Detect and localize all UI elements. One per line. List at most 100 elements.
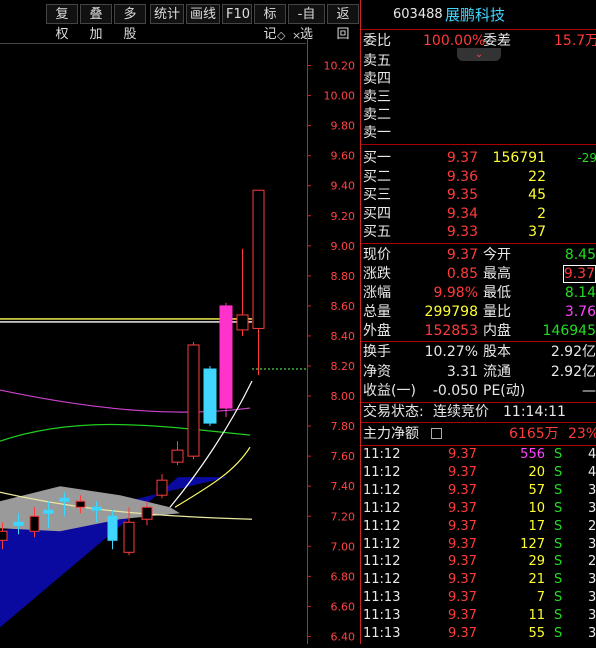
tick-side: S: [554, 554, 563, 570]
toolbar-button[interactable]: 叠加: [80, 4, 112, 42]
tick-price: 9.37: [448, 447, 477, 462]
tick-count: 4: [588, 447, 596, 462]
buy-level-price: 9.37: [446, 150, 478, 166]
toolbar-button[interactable]: 画线: [186, 4, 220, 24]
tick-count: 3: [588, 500, 596, 516]
candle-body[interactable]: [13, 521, 24, 526]
candle-body[interactable]: [91, 506, 102, 511]
collapse-chevron-icon[interactable]: ⌄: [457, 48, 501, 61]
tick-price: 9.37: [448, 608, 477, 624]
diamond-icon[interactable]: ◇: [277, 29, 286, 42]
tick-time: 11:12: [363, 447, 401, 462]
stock-code: 603488: [393, 7, 443, 22]
candle-body[interactable]: [171, 449, 184, 463]
tick-price: 9.37: [448, 464, 477, 480]
toolbar-button[interactable]: 多股: [114, 4, 146, 42]
mainforce-value: 6165万: [509, 426, 559, 442]
tick-volume: 7: [536, 590, 545, 606]
candle-body[interactable]: [252, 189, 265, 329]
kline-svg[interactable]: ◇ × 10.20 10.00 9.80 9.60 9.40 9.20 9.00 8.80 8.60…: [0, 28, 360, 644]
tick-side: S: [554, 590, 563, 606]
candle-body[interactable]: [43, 509, 54, 514]
toolbar-button[interactable]: F10: [222, 4, 252, 24]
price-axis-label: 9.80: [331, 120, 356, 133]
price-axis-label: 8.20: [331, 360, 356, 373]
tick-side: S: [554, 482, 563, 498]
buy-level-label: 买五: [363, 224, 391, 240]
candle-body[interactable]: [236, 314, 249, 331]
quote-label: 量比: [483, 304, 511, 320]
ratio-label: 委比: [363, 33, 391, 49]
quote-value: 152853: [424, 323, 478, 339]
quote-label: 今开: [483, 247, 511, 263]
mainforce-pct: 23%: [568, 426, 596, 442]
buy-level-label: 买四: [363, 205, 391, 222]
stats-value: -0.050: [432, 383, 478, 399]
toolbar-button[interactable]: 统计: [150, 4, 184, 24]
tick-time: 11:12: [363, 536, 401, 552]
buy-level-label: 买一: [363, 150, 391, 166]
buy-level-price: 9.34: [446, 205, 478, 222]
price-axis-label: 7.00: [331, 540, 356, 553]
quote-label: 现价: [363, 247, 391, 263]
tick-side: S: [554, 572, 563, 588]
candle-body[interactable]: [141, 506, 153, 520]
candle-body[interactable]: [75, 500, 86, 508]
quote-label: 涨跌: [363, 266, 391, 282]
quote-value: 9.37: [446, 247, 478, 263]
price-axis-label: 9.60: [331, 150, 356, 163]
toolbar-button[interactable]: 复权: [46, 4, 78, 42]
tick-count: 4: [588, 464, 596, 480]
kline-chart[interactable]: ◇ × 10.20 10.00 9.80 9.60 9.40 9.20 9.00 8.80 8.60…: [0, 28, 360, 644]
buy-level-volume: 45: [528, 187, 546, 203]
stats-value: 10.27%: [424, 344, 478, 360]
stats-label: 股本: [483, 344, 511, 360]
candle-body[interactable]: [219, 305, 233, 409]
toolbar-button[interactable]: 返回: [327, 4, 359, 42]
close-icon[interactable]: ×: [292, 29, 301, 42]
list-icon[interactable]: [431, 428, 442, 439]
quote-label: 外盘: [363, 323, 391, 339]
candle-body[interactable]: [156, 479, 168, 496]
toolbar-button[interactable]: -自选: [288, 4, 325, 42]
tick-side: S: [554, 447, 563, 462]
candle-body[interactable]: [59, 497, 70, 502]
tick-side: S: [554, 518, 563, 534]
tick-side: S: [554, 536, 563, 552]
toolbar: 复权 叠加 多股 统计 画线 F10 标记 -自选 返回: [0, 0, 360, 42]
tick-time: 11:12: [363, 518, 401, 534]
stats-value: 3.31: [446, 363, 478, 380]
tick-count: 3: [588, 626, 596, 641]
quote-label: 涨幅: [363, 285, 391, 301]
stats-label: PE(动): [483, 383, 526, 399]
toolbar-button[interactable]: 标记: [254, 4, 286, 42]
candle-body[interactable]: [29, 515, 40, 532]
tick-time: 11:12: [363, 464, 401, 480]
candle-body[interactable]: [107, 515, 118, 541]
tick-volume: 556: [520, 447, 545, 462]
tick-time: 11:12: [363, 500, 401, 516]
price-axis-label: 9.00: [331, 240, 356, 253]
candle-body[interactable]: [123, 521, 135, 553]
tick-price: 9.37: [448, 572, 477, 588]
price-axis-label: 8.40: [331, 330, 356, 343]
stats-label: 换手: [363, 344, 391, 360]
status-time: 11:14:11: [503, 404, 566, 420]
tick-count: 3: [588, 536, 596, 552]
candle-body[interactable]: [0, 530, 8, 541]
tick-volume: 11: [528, 608, 545, 624]
buy-level-label: 买三: [363, 187, 391, 203]
price-axis-label: 9.40: [331, 180, 356, 193]
buy-level-price: 9.36: [446, 168, 478, 185]
diff-value: 15.7万: [554, 33, 596, 49]
tick-volume: 10: [528, 500, 545, 516]
candle-body[interactable]: [203, 368, 217, 424]
candle-body[interactable]: [187, 344, 200, 457]
divider: [361, 144, 596, 145]
stats-value: 2.92亿: [550, 344, 596, 360]
tick-side: S: [554, 626, 563, 641]
tick-price: 9.37: [448, 518, 477, 534]
price-axis-label: 7.20: [331, 510, 356, 523]
divider: [361, 422, 596, 423]
tick-count: 3: [588, 572, 596, 588]
